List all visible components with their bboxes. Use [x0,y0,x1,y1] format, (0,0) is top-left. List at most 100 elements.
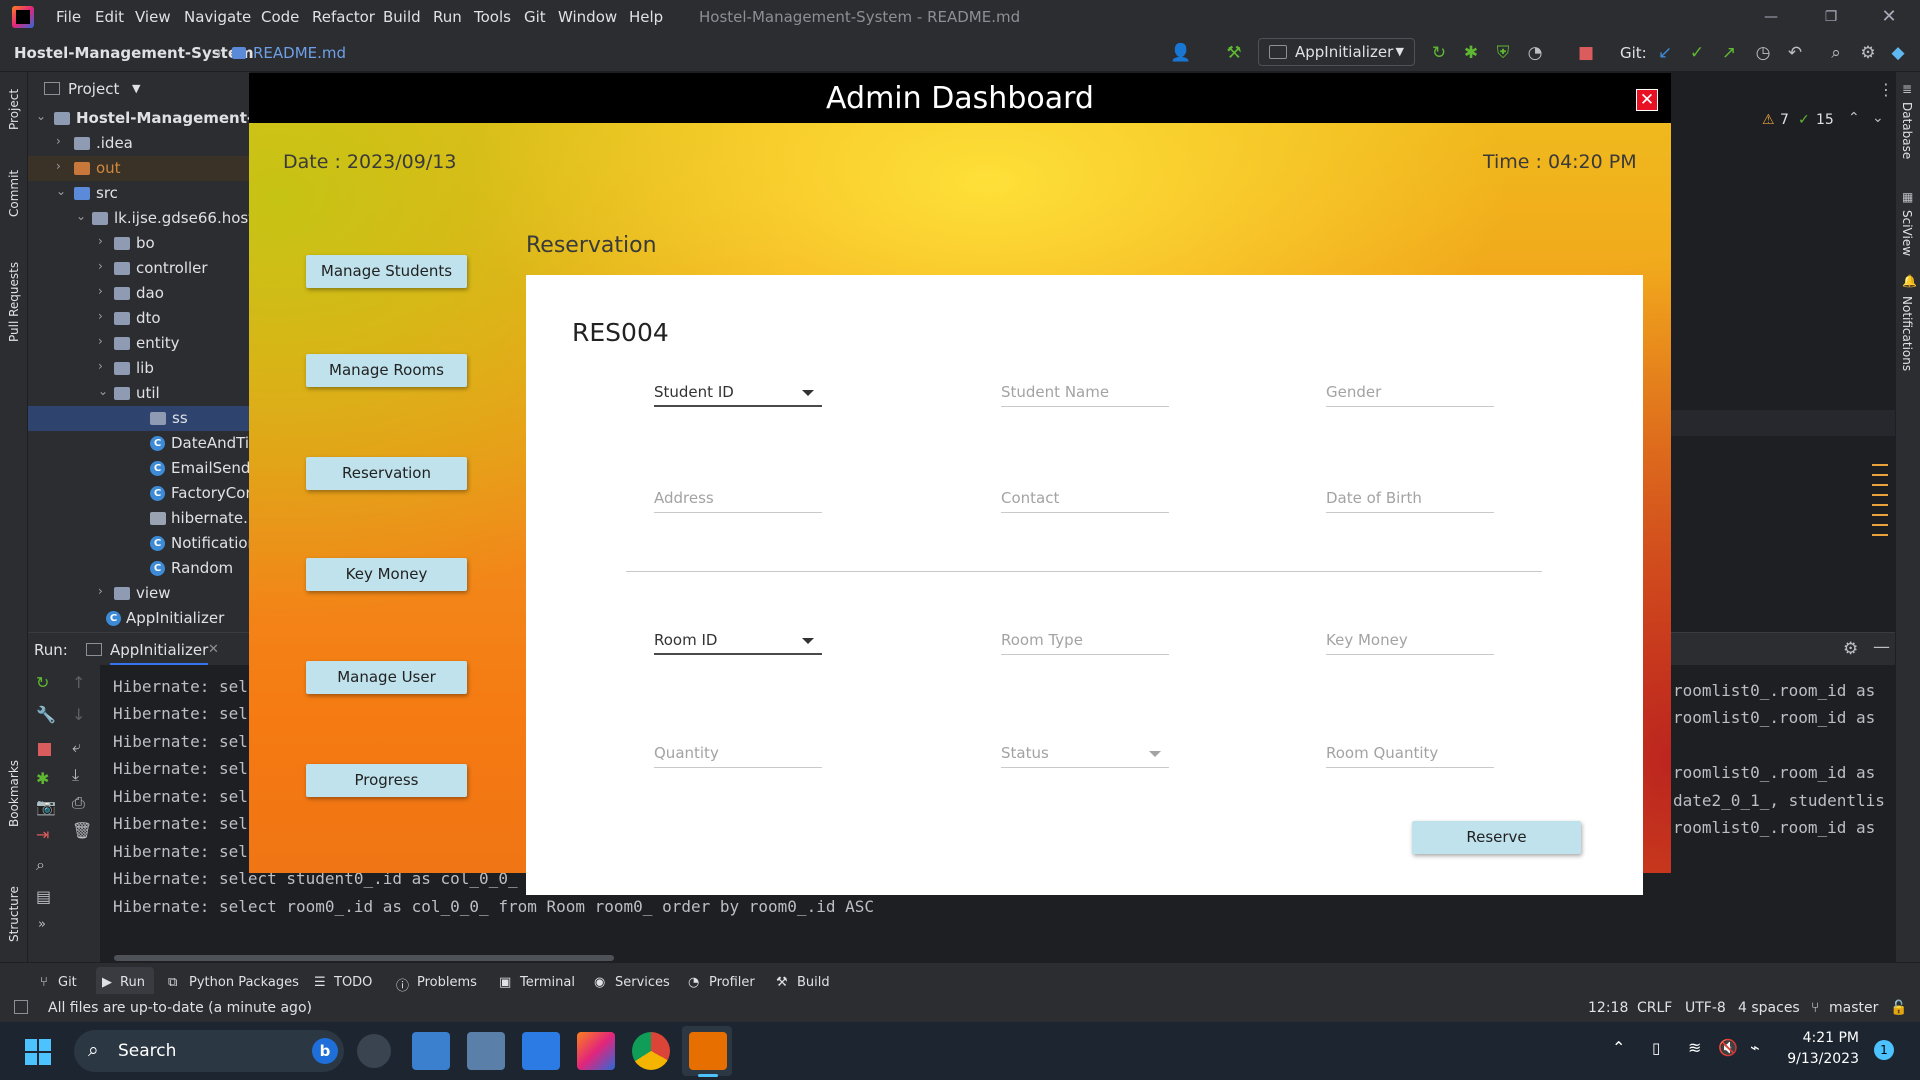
git-branch[interactable]: master [1829,1000,1878,1016]
maximize-icon[interactable]: ❐ [1808,4,1854,30]
intellij-app-icon[interactable] [577,1032,615,1070]
exit-icon[interactable]: ⇥ [36,825,49,844]
profile-icon[interactable]: ◔ [1524,42,1546,64]
volume-muted-icon[interactable]: 🔇 [1718,1038,1738,1057]
menu-file[interactable]: File [56,8,81,26]
bottom-tab-todo[interactable]: TODO [334,975,372,990]
tree-item[interactable]: › view [28,581,250,606]
chevron-down-icon[interactable]: ⌄ [1872,110,1884,126]
run-configuration-select[interactable]: AppInitializer ▼ [1258,38,1415,66]
address-field[interactable]: Address [654,483,822,513]
taskbar-date[interactable]: 9/13/2023 [1779,1051,1859,1067]
bing-icon[interactable]: b [312,1038,338,1064]
menu-build[interactable]: Build [383,8,421,26]
notification-badge[interactable]: 1 [1874,1040,1894,1060]
key-money-button[interactable]: Key Money [306,558,467,591]
debug-icon[interactable]: ✱ [1460,42,1482,64]
tree-item[interactable]: hibernate.pr [28,506,250,531]
rerun-icon[interactable]: ↻ [36,673,49,692]
tree-item-selected[interactable]: ss [28,406,250,431]
tool-tab-notifications[interactable]: Notifications [1900,296,1914,371]
tool-tab-project[interactable]: Project [7,89,21,130]
tree-item[interactable]: ⌄ util [28,381,250,406]
task-manager-icon[interactable] [467,1032,505,1070]
arrow-down-icon[interactable]: ↓ [72,705,85,724]
bottom-tab-services[interactable]: Services [615,975,670,990]
tree-item[interactable]: ⌄ src [28,181,250,206]
run-tab-appinitializer[interactable]: AppInitializer [110,641,209,665]
java-app-icon[interactable] [689,1032,727,1070]
search-icon[interactable]: ⌕ [1825,42,1847,64]
tool-tab-database[interactable]: Database [1900,102,1914,159]
tree-item[interactable]: C DateAndTin [28,431,250,456]
quantity-field[interactable]: Quantity [654,738,822,768]
tree-item[interactable]: › lib [28,356,250,381]
lock-icon[interactable]: 🔓 [1890,1000,1907,1016]
bottom-tab-python-packages[interactable]: Python Packages [189,975,299,990]
reservation-button[interactable]: Reservation [306,457,467,490]
tree-item[interactable]: C Notification [28,531,250,556]
database-icon[interactable]: ≣ [1902,82,1912,96]
stop-icon[interactable]: ■ [1575,42,1597,64]
tree-item[interactable]: › controller [28,256,250,281]
scroll-to-end-icon[interactable]: ⤓ [72,765,79,785]
indent-setting[interactable]: 4 spaces [1738,1000,1800,1016]
menu-window[interactable]: Window [558,8,617,26]
more-options-icon[interactable]: ⋮ [1878,80,1894,99]
stop-icon[interactable] [38,743,51,756]
menu-help[interactable]: Help [629,8,663,26]
build-hammer-icon[interactable]: ⚒ [1223,42,1245,64]
dialog-title-bar[interactable]: Admin Dashboard ✕ [249,73,1671,123]
bottom-tab-profiler[interactable]: Profiler [709,975,755,990]
tool-tab-bookmarks[interactable]: Bookmarks [7,760,21,827]
tree-item[interactable]: › .idea [28,131,250,156]
debug-icon[interactable]: ✱ [36,769,49,788]
tool-tab-commit[interactable]: Commit [7,170,21,217]
power-icon[interactable]: ⌁ [1750,1038,1760,1057]
gender-field[interactable]: Gender [1326,377,1494,407]
manage-user-button[interactable]: Manage User [306,661,467,694]
gear-icon[interactable]: ⚙ [1843,639,1858,659]
panel-toggle-icon[interactable] [14,1000,28,1014]
close-tab-icon[interactable]: ✕ [208,642,219,657]
bottom-tab-run[interactable]: Run [120,975,145,990]
wifi-icon[interactable]: ≋ [1688,1038,1701,1057]
line-separator[interactable]: CRLF [1637,1000,1672,1016]
contact-field[interactable]: Contact [1001,483,1169,513]
bottom-tab-terminal[interactable]: Terminal [520,975,575,990]
print-icon[interactable]: ⎙ [72,793,85,813]
chevron-down-icon[interactable]: ▼ [132,82,140,95]
tree-item[interactable]: › dto [28,306,250,331]
minimize-panel-icon[interactable]: — [1873,637,1890,657]
student-id-combo[interactable]: Student ID [654,377,822,407]
manage-students-button[interactable]: Manage Students [306,255,467,288]
history-icon[interactable]: ◷ [1752,42,1774,64]
manage-rooms-button[interactable]: Manage Rooms [306,354,467,387]
horizontal-scrollbar[interactable] [114,955,614,961]
menu-edit[interactable]: Edit [95,8,124,26]
room-quantity-field[interactable]: Room Quantity [1326,738,1494,768]
gear-icon[interactable]: ⚙ [1857,42,1879,64]
search-icon[interactable]: ⌕ [36,855,45,875]
breadcrumb-file[interactable]: README.md [253,44,346,62]
menu-navigate[interactable]: Navigate [184,8,251,26]
tree-item[interactable]: › entity [28,331,250,356]
date-of-birth-field[interactable]: Date of Birth [1326,483,1494,513]
tool-tab-pull-requests[interactable]: Pull Requests [7,262,21,342]
progress-button[interactable]: Progress [306,764,467,797]
warning-icon[interactable]: ⚠ [1762,112,1775,128]
taskbar-time[interactable]: 4:21 PM [1779,1030,1859,1046]
tree-item[interactable]: C EmailSend [28,456,250,481]
sciview-icon[interactable]: ▦ [1902,190,1913,204]
student-name-field[interactable]: Student Name [1001,377,1169,407]
caret-position[interactable]: 12:18 [1588,1000,1628,1016]
layout-icon[interactable]: ▤ [36,887,51,906]
tree-item[interactable]: C AppInitializer [28,606,250,631]
tree-item[interactable]: C Random [28,556,250,581]
coverage-icon[interactable]: ⛨ [1492,42,1514,64]
menu-refactor[interactable]: Refactor [312,8,375,26]
tool-tab-structure[interactable]: Structure [7,886,21,942]
menu-run[interactable]: Run [433,8,462,26]
status-combo[interactable]: Status [1001,738,1169,768]
windows-start-icon[interactable] [25,1039,51,1065]
